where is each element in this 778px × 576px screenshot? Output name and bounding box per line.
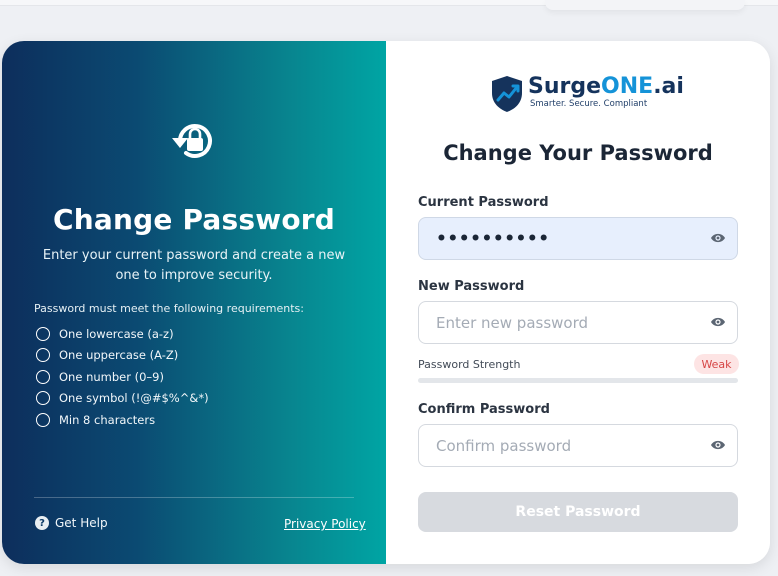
requirement-min-length: Min 8 characters xyxy=(34,409,209,431)
logo-wordmark: SurgeONE.ai Smarter. Secure. Compliant xyxy=(528,74,684,109)
eye-icon[interactable] xyxy=(710,316,726,328)
password-strength-label: Password Strength xyxy=(418,358,521,371)
lock-reset-icon xyxy=(172,123,212,158)
get-help-link[interactable]: ? Get Help xyxy=(35,516,108,530)
shield-chart-icon xyxy=(492,76,522,112)
panel-title: Change Password xyxy=(52,203,336,236)
unchecked-circle-icon xyxy=(36,412,50,427)
new-password-field[interactable]: Enter new password xyxy=(418,301,738,344)
panel-divider xyxy=(34,497,354,498)
current-password-value: •••••••••• xyxy=(436,228,550,249)
top-tab-shadow xyxy=(545,0,745,10)
form-title: Change Your Password xyxy=(443,141,713,165)
current-password-label: Current Password xyxy=(418,195,549,210)
confirm-password-placeholder: Confirm password xyxy=(436,436,572,455)
requirements-title: Password must meet the following require… xyxy=(34,302,304,315)
requirement-uppercase: One uppercase (A-Z) xyxy=(34,345,209,367)
new-password-label: New Password xyxy=(418,279,525,294)
requirement-label: One number (0–9) xyxy=(59,369,164,384)
brand-tagline: Smarter. Secure. Compliant xyxy=(530,99,648,109)
brand-name: SurgeONE.ai xyxy=(528,74,684,100)
change-password-card: Change Password Enter your current passw… xyxy=(2,41,770,564)
eye-icon[interactable] xyxy=(710,232,726,244)
requirement-label: Min 8 characters xyxy=(59,412,156,427)
info-panel: Change Password Enter your current passw… xyxy=(2,41,386,564)
question-icon: ? xyxy=(35,516,49,530)
confirm-password-label: Confirm Password xyxy=(418,402,550,417)
unchecked-circle-icon xyxy=(36,348,50,363)
privacy-policy-link[interactable]: Privacy Policy xyxy=(284,517,366,531)
requirements-list: One lowercase (a-z) One uppercase (A-Z) … xyxy=(34,323,209,431)
strength-badge: Weak xyxy=(694,354,739,374)
requirement-label: One lowercase (a-z) xyxy=(59,326,174,341)
requirement-symbol: One symbol (!@#$%^&*) xyxy=(34,388,209,410)
requirement-lowercase: One lowercase (a-z) xyxy=(34,323,209,345)
panel-subtitle: Enter your current password and create a… xyxy=(42,248,346,283)
eye-icon[interactable] xyxy=(710,439,726,451)
unchecked-circle-icon xyxy=(36,391,50,406)
brand-logo: SurgeONE.ai Smarter. Secure. Compliant xyxy=(490,74,684,113)
current-password-field[interactable]: •••••••••• xyxy=(418,217,738,260)
form-panel: SurgeONE.ai Smarter. Secure. Compliant C… xyxy=(386,41,770,564)
requirement-number: One number (0–9) xyxy=(34,366,209,388)
unchecked-circle-icon xyxy=(36,369,50,384)
new-password-placeholder: Enter new password xyxy=(436,313,589,332)
strength-meter xyxy=(418,378,738,383)
unchecked-circle-icon xyxy=(36,326,50,341)
requirement-label: One symbol (!@#$%^&*) xyxy=(59,391,209,406)
reset-password-button[interactable]: Reset Password xyxy=(418,492,738,532)
confirm-password-field[interactable]: Confirm password xyxy=(418,424,738,467)
get-help-label: Get Help xyxy=(55,516,108,530)
brand-name-one: ONE xyxy=(601,74,654,99)
brand-name-surge: Surge xyxy=(528,74,602,99)
brand-name-ai: .ai xyxy=(653,74,684,99)
requirement-label: One uppercase (A-Z) xyxy=(59,348,179,363)
